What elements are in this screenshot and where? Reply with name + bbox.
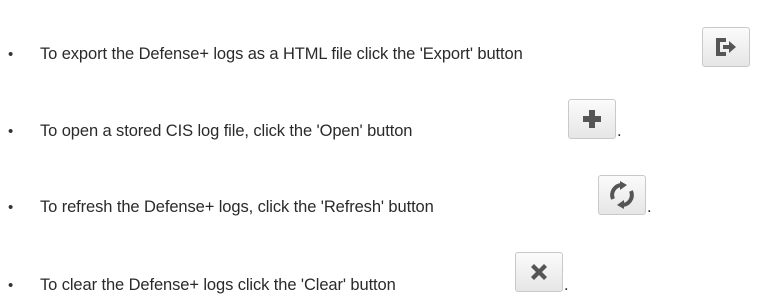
clear-instruction-text: To clear the Defense+ logs click the 'Cl…: [40, 276, 396, 294]
clear-button[interactable]: [515, 252, 563, 292]
period: .: [564, 276, 569, 294]
refresh-button[interactable]: [598, 175, 646, 215]
period: .: [617, 122, 622, 140]
close-icon: [528, 261, 550, 283]
export-instruction-text: To export the Defense+ logs as a HTML fi…: [40, 45, 523, 63]
refresh-icon: [608, 181, 636, 209]
plus-icon: [580, 107, 604, 131]
bullet: •: [8, 46, 14, 63]
bullet: •: [8, 277, 14, 294]
open-instruction-text: To open a stored CIS log file, click the…: [40, 122, 413, 140]
export-button[interactable]: [702, 27, 750, 67]
period: .: [647, 198, 652, 216]
export-icon: [713, 35, 739, 59]
refresh-instruction-text: To refresh the Defense+ logs, click the …: [40, 198, 434, 216]
open-button[interactable]: [568, 99, 616, 139]
bullet: •: [8, 199, 14, 216]
bullet: •: [8, 123, 14, 140]
